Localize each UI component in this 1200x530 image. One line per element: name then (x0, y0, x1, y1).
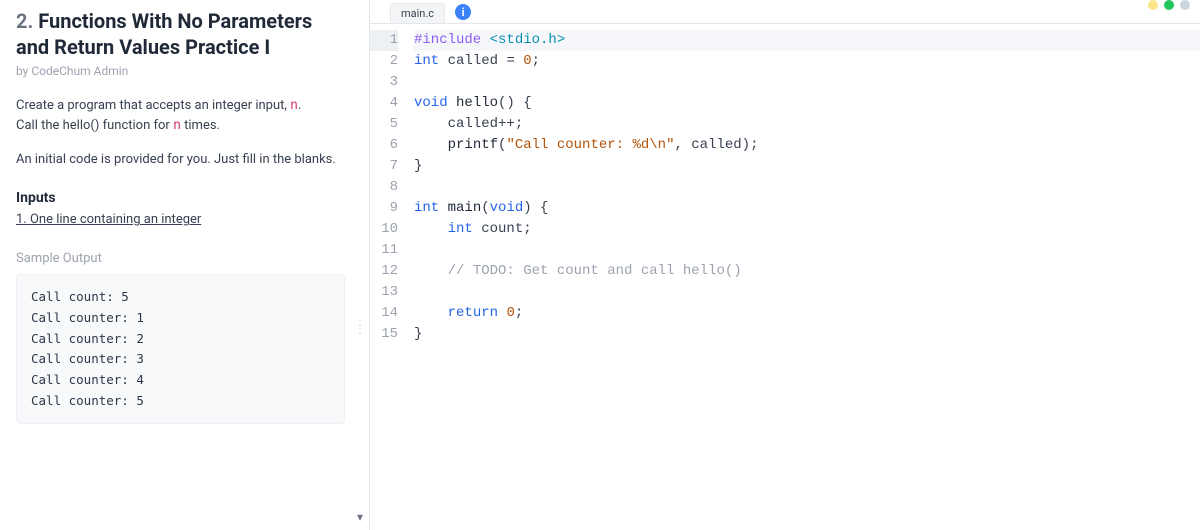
code-editor[interactable]: ⋮⋮ 123456789101112131415 #include <stdio… (370, 24, 1200, 530)
chevron-down-icon[interactable]: ▾ (357, 510, 363, 524)
code-line[interactable]: called++; (414, 114, 1200, 135)
code-line[interactable]: void hello() { (414, 93, 1200, 114)
problem-title: 2. Functions With No Parameters and Retu… (16, 8, 345, 60)
line-number: 5 (370, 114, 398, 135)
editor-panel: main.c i ⋮⋮ 123456789101112131415 #inclu… (370, 0, 1200, 530)
line-number: 13 (370, 282, 398, 303)
code-line[interactable] (414, 177, 1200, 198)
code-line[interactable]: #include <stdio.h> (414, 30, 1200, 51)
problem-byline: by CodeChum Admin (16, 64, 345, 78)
code-line[interactable]: printf("Call counter: %d\n", called); (414, 135, 1200, 156)
line-number: 14 (370, 303, 398, 324)
line-number: 15 (370, 324, 398, 345)
code-line[interactable]: return 0; (414, 303, 1200, 324)
sample-output-label: Sample Output (16, 251, 345, 266)
line-number: 12 (370, 261, 398, 282)
line-number: 9 (370, 198, 398, 219)
code-line[interactable] (414, 240, 1200, 261)
line-number: 8 (370, 177, 398, 198)
sample-output-box: Call count: 5 Call counter: 1 Call count… (16, 274, 345, 424)
status-dot-grey-icon (1180, 0, 1190, 10)
inputs-line: 1. One line containing an integer (16, 212, 345, 227)
line-number: 10 (370, 219, 398, 240)
problem-number: 2. (16, 9, 33, 33)
status-dot-yellow-icon (1148, 0, 1158, 10)
status-dot-green-icon (1164, 0, 1174, 10)
problem-panel: 2. Functions With No Parameters and Retu… (0, 0, 370, 530)
line-number: 3 (370, 72, 398, 93)
line-number: 1 (370, 30, 398, 51)
file-tab-main[interactable]: main.c (390, 3, 445, 23)
line-number: 11 (370, 240, 398, 261)
line-number-gutter: ⋮⋮ 123456789101112131415 (370, 30, 408, 530)
line-number: 6 (370, 135, 398, 156)
code-line[interactable]: // TODO: Get count and call hello() (414, 261, 1200, 282)
line-number: 4 (370, 93, 398, 114)
info-icon[interactable]: i (455, 4, 471, 20)
code-line[interactable] (414, 72, 1200, 93)
code-line[interactable]: } (414, 324, 1200, 345)
window-status-dots (1148, 0, 1190, 10)
inputs-heading: Inputs (16, 190, 345, 206)
editor-tab-bar: main.c i (370, 0, 1200, 24)
code-line[interactable]: int count; (414, 219, 1200, 240)
gutter-drag-icon[interactable]: ⋮⋮ (354, 324, 366, 332)
code-line[interactable]: int called = 0; (414, 51, 1200, 72)
code-area[interactable]: #include <stdio.h>int called = 0; void h… (408, 30, 1200, 530)
line-number: 7 (370, 156, 398, 177)
code-line[interactable]: } (414, 156, 1200, 177)
line-number: 2 (370, 51, 398, 72)
code-line[interactable]: int main(void) { (414, 198, 1200, 219)
problem-desc-2: An initial code is provided for you. Jus… (16, 150, 345, 170)
problem-title-text: Functions With No Parameters and Return … (16, 9, 312, 59)
code-line[interactable] (414, 282, 1200, 303)
problem-desc-1: Create a program that accepts an integer… (16, 96, 345, 136)
